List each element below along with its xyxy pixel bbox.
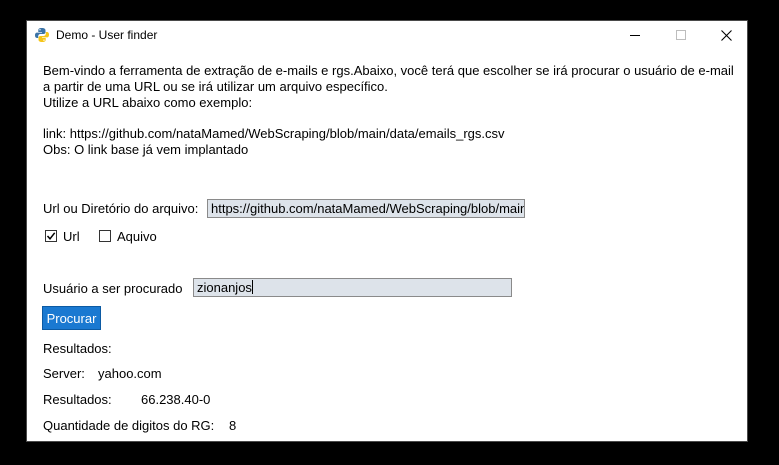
user-search-input[interactable]: zionanjos xyxy=(193,278,512,297)
text-caret xyxy=(251,280,253,294)
user-search-value: zionanjos xyxy=(197,280,252,295)
intro-line-3: Utilize a URL abaixo como exemplo: xyxy=(43,95,253,110)
title-bar[interactable]: Demo - User finder xyxy=(27,21,747,49)
window-title: Demo - User finder xyxy=(56,28,158,42)
maximize-button[interactable] xyxy=(658,21,704,49)
rg-digits-label: Quantidade de digitos do RG: xyxy=(43,418,215,433)
maximize-icon xyxy=(676,30,686,40)
user-label: Usuário a ser procurado xyxy=(43,281,183,296)
source-label: Url ou Diretório do arquivo: xyxy=(43,201,199,216)
main-content: Bem-vindo a ferramenta de extração de e-… xyxy=(27,49,747,443)
results-label: Resultados: xyxy=(43,392,112,407)
server-value: yahoo.com xyxy=(98,366,162,381)
url-checkbox[interactable] xyxy=(45,230,57,242)
example-link: link: https://github.com/nataMamed/WebSc… xyxy=(43,126,505,141)
server-label: Server: xyxy=(43,366,85,381)
minimize-button[interactable] xyxy=(612,21,658,49)
minimize-icon xyxy=(630,35,640,36)
url-checkbox-label[interactable]: Url xyxy=(63,229,80,245)
search-button[interactable]: Procurar xyxy=(42,306,101,330)
arquivo-checkbox-label[interactable]: Aquivo xyxy=(117,229,157,245)
results-value: 66.238.40-0 xyxy=(141,392,211,407)
intro-line-1: Bem-vindo a ferramenta de extração de e-… xyxy=(43,63,734,78)
close-button[interactable] xyxy=(703,21,749,49)
source-url-input[interactable]: https://github.com/nataMamed/WebScraping… xyxy=(207,199,525,218)
intro-line-2: a partir de uma URL ou se irá utilizar u… xyxy=(43,79,388,94)
obs-note: Obs: O link base já vem implantado xyxy=(43,142,249,157)
app-window: Demo - User finder Bem-vindo a ferrament… xyxy=(26,20,748,442)
python-icon xyxy=(34,27,50,43)
results-heading: Resultados: xyxy=(43,341,112,356)
close-icon xyxy=(720,29,732,41)
rg-digits-value: 8 xyxy=(229,418,237,433)
arquivo-checkbox[interactable] xyxy=(99,230,111,242)
checkmark-icon xyxy=(46,232,56,240)
